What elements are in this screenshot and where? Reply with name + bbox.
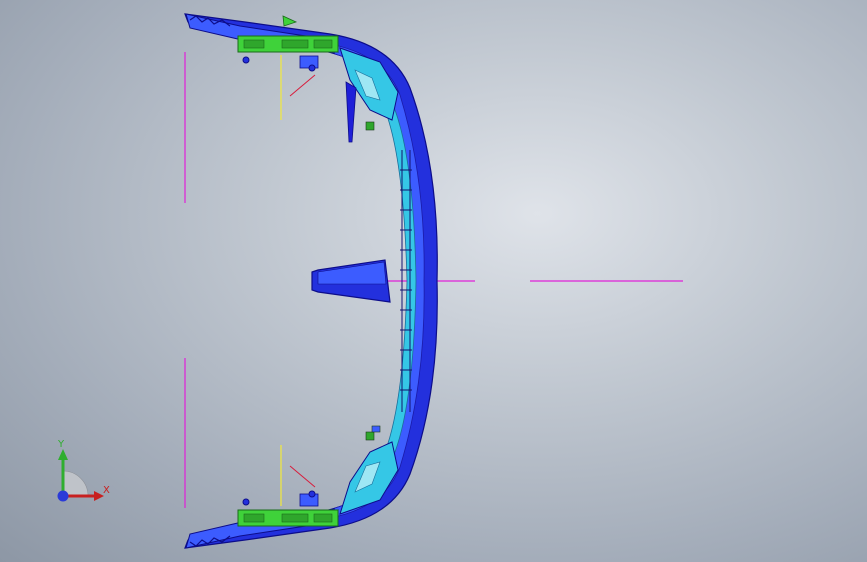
triad-y-label: Y	[58, 439, 65, 450]
sketch-lines	[289, 74, 316, 488]
coordinate-triad: Y X	[48, 439, 118, 510]
triad-x-label: X	[103, 485, 110, 496]
coordinate-triad-icon	[57, 449, 104, 502]
lower-mounting-brackets	[237, 490, 339, 527]
cad-graphics-viewport[interactable]: Y X	[0, 0, 867, 562]
upper-fin	[345, 81, 357, 143]
bumper-model-view[interactable]	[0, 0, 867, 562]
